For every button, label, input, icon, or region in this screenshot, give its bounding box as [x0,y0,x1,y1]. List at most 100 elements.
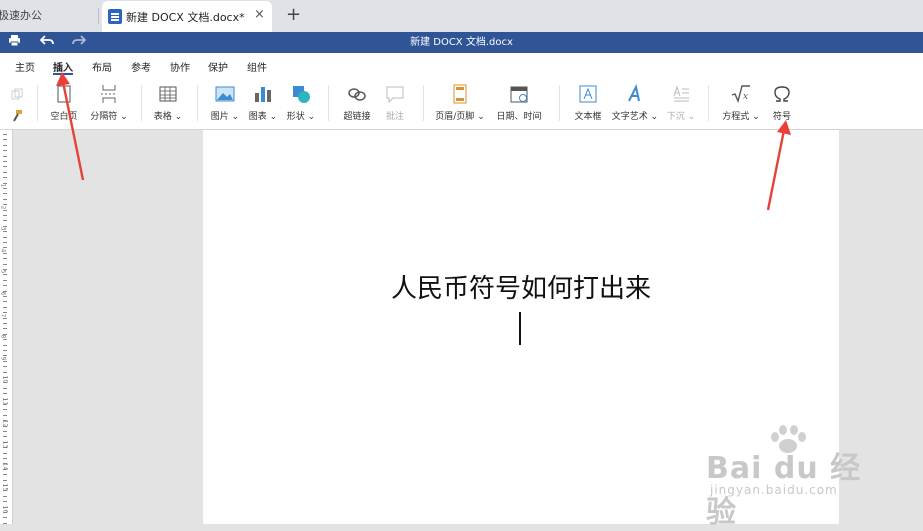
ruler-tick [3,344,7,346]
textart-label: 文字艺术 ⌄ [611,112,659,122]
ruler-number: 7 [0,313,7,318]
title-bar: 新建 DOCX 文档.docx [0,32,923,53]
dropcap-button[interactable]: 下沉 ⌄ [663,77,699,127]
ruler-number: 15 [1,484,9,492]
tab-document[interactable]: 新建 DOCX 文档.docx* × [102,1,272,32]
header-footer-button[interactable]: 页眉/页脚 ⌄ [432,77,488,127]
ruler-tick [3,171,7,173]
image-label: 图片 ⌄ [210,112,240,122]
menu-bar: 主页 插入 布局 参考 协作 保护 组件 [0,53,923,77]
ruler-tick [3,409,7,411]
ruler-tick [3,387,7,389]
hyperlink-button[interactable]: 超链接 [337,77,377,127]
divider [37,85,38,121]
svg-text:x: x [743,92,748,102]
textbox-button[interactable]: 文本框 [570,77,606,127]
ruler-tick [3,431,7,432]
menu-home[interactable]: 主页 [15,59,35,74]
ruler-tick [3,177,7,179]
text-cursor [519,312,521,345]
copy-icon[interactable] [11,88,23,100]
ruler-tick [3,414,7,416]
ruler-tick [3,242,7,243]
ruler-tick [3,301,7,303]
undo-icon[interactable] [39,34,54,51]
ruler-tick [3,323,7,324]
ruler-number: 4 [0,248,7,253]
vertical-ruler[interactable]: 1 2 3 4 5 6 7 8 9 10 11 12 13 14 15 16 [0,130,13,524]
close-icon[interactable]: × [254,7,265,22]
menu-references[interactable]: 参考 [131,59,151,74]
ruler-tick [3,317,7,319]
menu-layout[interactable]: 布局 [92,59,112,74]
chart-label: 图表 ⌄ [248,112,278,122]
document-text[interactable]: 人民币符号如何打出来 [203,268,839,305]
ruler-tick [3,296,7,297]
ruler-tick [3,501,7,503]
ruler-tick [3,209,7,211]
divider [708,85,709,121]
comment-button[interactable]: 批注 [377,77,413,127]
ruler-tick [3,258,7,260]
ruler-tick [3,350,7,351]
ruler-tick [3,452,7,454]
menu-collaborate[interactable]: 协作 [170,59,190,74]
ruler-tick [3,436,7,438]
tab-divider [98,8,99,24]
square-root-icon: x [731,84,751,104]
ruler-tick [3,252,7,254]
divider [328,85,329,121]
table-button[interactable]: 表格 ⌄ [150,77,186,127]
ruler-tick [3,166,7,168]
ruler-tick [3,328,7,330]
printer-icon[interactable] [8,34,21,51]
ruler-number: 8 [0,334,7,339]
chart-button[interactable]: 图表 ⌄ [245,77,281,127]
ruler-tick [3,215,7,216]
calendar-icon [509,84,529,104]
tab-jisu-office[interactable]: 极速办公 [0,0,96,32]
annotation-arrow-insert [56,72,85,181]
ruler-tick [3,339,7,341]
ruler-tick [3,360,7,362]
hyperlink-label: 超链接 [343,112,371,122]
textart-button[interactable]: 文字艺术 ⌄ [610,77,660,127]
ruler-tick [3,236,7,238]
page-break-icon [99,84,119,104]
textbox-label: 文本框 [574,112,602,122]
ruler-number: 5 [0,269,7,274]
table-icon [158,84,178,104]
ruler-tick [3,198,7,200]
format-painter-icon[interactable] [11,110,23,122]
datetime-label: 日期、时间 [496,112,542,122]
ruler-tick [3,263,7,265]
tab-label: 极速办公 [0,9,42,22]
ruler-tick [3,155,7,157]
menu-protect[interactable]: 保护 [208,59,228,74]
equation-button[interactable]: x 方程式 ⌄ [718,77,764,127]
ruler-number: 16 [1,505,9,514]
ruler-tick [3,188,7,189]
ruler-tick [3,366,7,368]
textart-icon [625,84,645,104]
ruler-tick [3,306,7,308]
link-icon [347,84,367,104]
ruler-tick [3,285,7,287]
ruler-number: 3 [0,226,7,231]
ruler-tick [3,139,7,141]
divider [423,85,424,121]
window-title: 新建 DOCX 文档.docx [410,37,513,48]
menu-plugins[interactable]: 组件 [247,59,267,74]
ruler-number: 12 [1,419,9,427]
ruler-tick [3,517,7,519]
comment-icon [385,84,405,104]
new-tab-button[interactable]: + [286,4,301,25]
omega-icon [772,84,792,104]
datetime-button[interactable]: 日期、时间 [492,77,546,127]
ruler-tick [3,231,7,233]
ruler-number: 2 [0,205,7,210]
ruler-number: 10 [1,376,9,384]
shape-button[interactable]: 形状 ⌄ [283,77,319,127]
image-button[interactable]: 图片 ⌄ [207,77,243,127]
redo-icon[interactable] [72,34,87,51]
